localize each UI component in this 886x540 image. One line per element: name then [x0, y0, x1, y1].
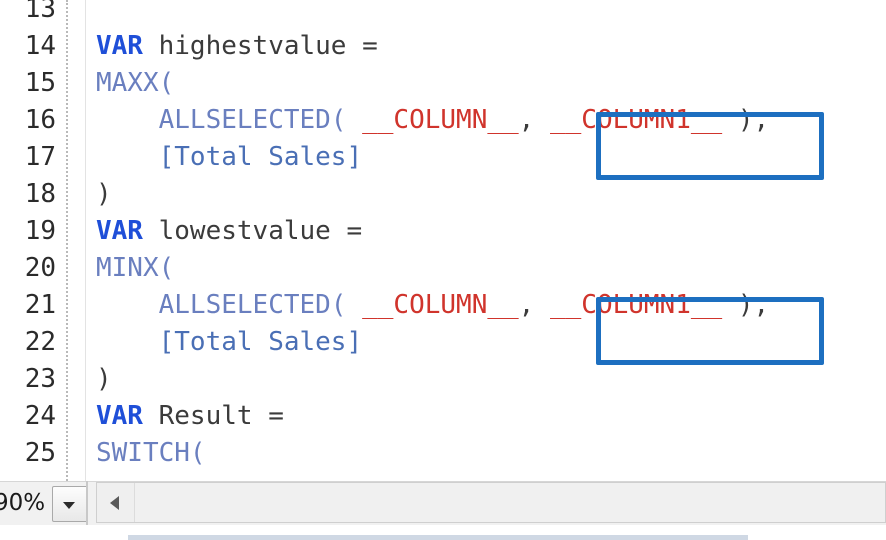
scroll-left-button[interactable] — [97, 483, 135, 522]
line-number: 14 — [24, 31, 56, 61]
code-line[interactable]: ) — [96, 361, 112, 398]
code-token-function: MAXX( — [96, 68, 175, 98]
code-token-plain: lowestvalue = — [142, 216, 363, 246]
status-bar-separator — [86, 481, 88, 525]
dax-formula-editor-screen: 13 14 15 16 17 18 19 20 21 22 23 24 25 VAR highestva… — [0, 0, 886, 540]
code-line[interactable]: [Total Sales] — [96, 139, 363, 176]
below-editor-area — [0, 525, 886, 540]
triangle-left-icon — [110, 496, 119, 510]
line-number: 21 — [24, 290, 56, 320]
code-token-function: SWITCH( — [96, 438, 206, 468]
code-token-punct: , — [518, 290, 550, 320]
code-line[interactable]: MINX( — [96, 250, 174, 287]
line-number: 18 — [24, 179, 56, 209]
code-token-keyword: VAR — [96, 401, 143, 431]
zoom-level-label: 90% — [0, 490, 46, 516]
code-line[interactable]: VAR Result = — [96, 398, 284, 435]
code-token-plain: highestvalue = — [142, 31, 378, 61]
gutter-divider — [66, 0, 68, 481]
code-token-parameter: __COLUMN__ — [362, 290, 519, 320]
line-number: 15 — [24, 68, 56, 98]
code-line[interactable]: ) — [96, 176, 112, 213]
code-token-function: MINX( — [96, 253, 175, 283]
line-number: 17 — [24, 142, 56, 172]
line-number: 20 — [24, 253, 56, 283]
line-number: 25 — [24, 438, 56, 468]
code-line[interactable]: VAR highestvalue = — [96, 28, 378, 65]
code-token-function: ALLSELECTED( — [158, 290, 347, 320]
code-token-keyword: VAR — [96, 31, 143, 61]
highlight-box-column1-line16 — [596, 112, 824, 180]
line-number: 16 — [24, 105, 56, 135]
code-token-function: ALLSELECTED( — [158, 105, 347, 135]
code-token-punct: , — [518, 105, 550, 135]
line-number: 23 — [24, 364, 56, 394]
line-number: 24 — [24, 401, 56, 431]
chevron-down-icon — [63, 502, 75, 509]
code-line[interactable]: VAR lowestvalue = — [96, 213, 362, 250]
code-token-measure: [Total Sales] — [158, 142, 363, 172]
code-line[interactable]: MAXX( — [96, 65, 174, 102]
highlight-box-column1-line21 — [596, 297, 824, 365]
zoom-dropdown-button[interactable] — [52, 486, 88, 522]
code-token-plain: Result = — [142, 401, 284, 431]
horizontal-scrollbar[interactable] — [96, 482, 886, 523]
code-line[interactable]: SWITCH( — [96, 435, 206, 472]
line-number: 22 — [24, 327, 56, 357]
code-token-keyword: VAR — [96, 216, 143, 246]
line-number: 19 — [24, 216, 56, 246]
code-line[interactable]: [Total Sales] — [96, 324, 363, 361]
gutter-edge — [85, 0, 86, 481]
code-token-punct: ) — [96, 179, 112, 209]
code-token-measure: [Total Sales] — [158, 327, 363, 357]
below-editor-left-pad — [0, 525, 96, 540]
code-token-parameter: __COLUMN__ — [362, 105, 519, 135]
report-canvas-strip — [128, 535, 748, 540]
line-number: 13 — [24, 0, 56, 24]
code-editor[interactable]: 13 14 15 16 17 18 19 20 21 22 23 24 25 VAR highestva… — [0, 0, 886, 481]
code-token-punct: ) — [96, 364, 112, 394]
